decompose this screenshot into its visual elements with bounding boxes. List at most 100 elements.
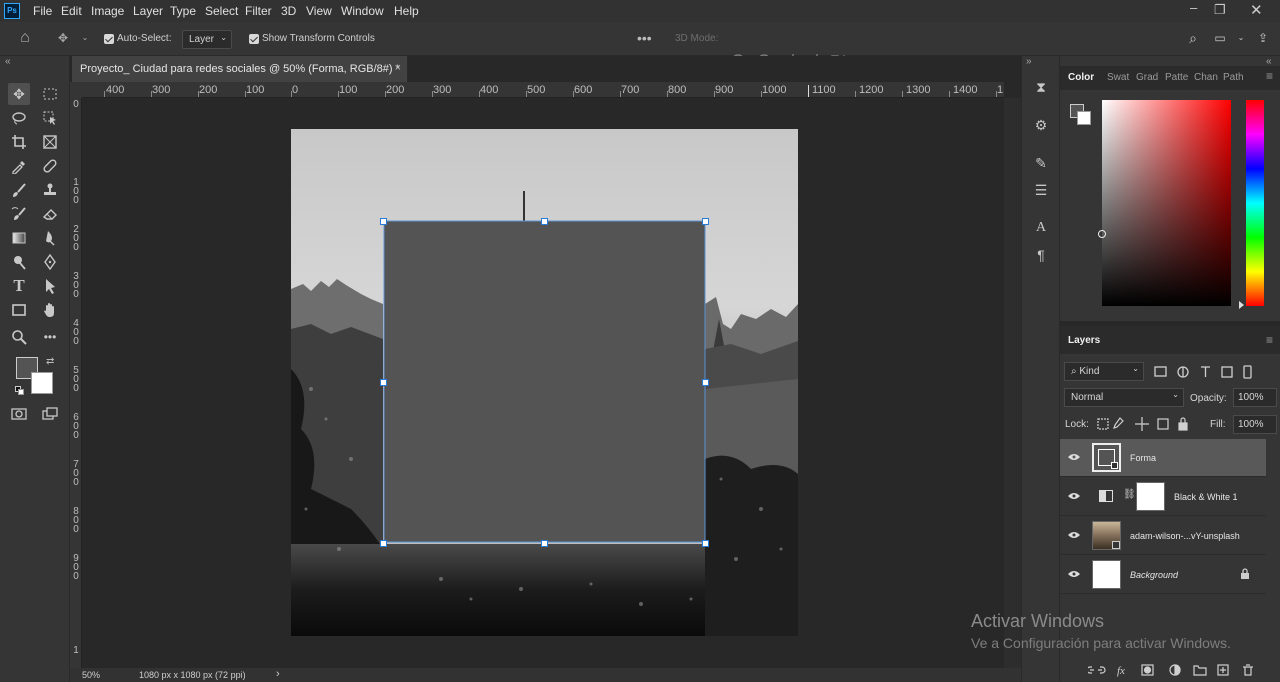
chevron-down-icon[interactable]: ⌄	[78, 31, 92, 45]
swap-colors-icon[interactable]: ⇄	[46, 356, 54, 367]
frame-tool-icon[interactable]	[39, 131, 61, 153]
default-colors-icon[interactable]	[15, 386, 25, 396]
lock-icons[interactable]	[1096, 416, 1192, 432]
eyedropper-tool-icon[interactable]	[8, 155, 30, 177]
layer-name[interactable]: Background	[1130, 570, 1178, 580]
minimize-icon[interactable]: –	[1190, 0, 1197, 15]
paragraph-icon[interactable]: ¶	[1031, 245, 1051, 265]
tab-paths[interactable]: Path	[1223, 72, 1244, 83]
show-transform-checkbox[interactable]	[249, 34, 259, 44]
collapse-strip-icon[interactable]: »	[1026, 56, 1032, 67]
menu-select[interactable]: Select	[205, 4, 238, 18]
menu-image[interactable]: Image	[91, 4, 124, 18]
close-tab-icon[interactable]: ×	[395, 62, 401, 74]
properties-icon[interactable]: ⚙	[1031, 115, 1051, 135]
tab-patterns[interactable]: Patte	[1165, 72, 1188, 83]
layer-row-forma[interactable]: Forma	[1060, 439, 1266, 477]
brush-settings-icon[interactable]: ✎	[1031, 153, 1051, 173]
eye-icon[interactable]	[1068, 531, 1080, 539]
hue-slider[interactable]	[1246, 100, 1264, 306]
tab-layers[interactable]: Layers	[1068, 335, 1100, 346]
transform-handle[interactable]	[541, 540, 548, 547]
eye-icon[interactable]	[1068, 453, 1080, 461]
menu-filter[interactable]: Filter	[245, 4, 272, 18]
menu-help[interactable]: Help	[394, 4, 419, 18]
menu-edit[interactable]: Edit	[61, 4, 82, 18]
adjustments-icon[interactable]: ☰	[1031, 180, 1051, 200]
brush-tool-icon[interactable]	[8, 179, 30, 201]
transform-handle[interactable]	[380, 540, 387, 547]
restore-icon[interactable]: ❐	[1214, 2, 1226, 18]
transform-handle[interactable]	[380, 379, 387, 386]
eraser-tool-icon[interactable]	[39, 203, 61, 225]
eye-icon[interactable]	[1068, 570, 1080, 578]
dodge-tool-icon[interactable]	[8, 251, 30, 273]
more-options-icon[interactable]: •••	[637, 31, 652, 45]
background-color-chip[interactable]	[1077, 111, 1091, 125]
layer-row-photo[interactable]: adam-wilson-...vY-unsplash	[1060, 517, 1266, 555]
menu-layer[interactable]: Layer	[133, 4, 163, 18]
hue-slider-handle[interactable]	[1239, 301, 1244, 309]
chevron-down-icon[interactable]: ⌄	[1234, 31, 1248, 45]
status-menu-arrow[interactable]: ›	[276, 668, 280, 680]
path-selection-tool-icon[interactable]	[39, 275, 61, 297]
marquee-tool-icon[interactable]	[39, 83, 61, 105]
transform-handle[interactable]	[541, 218, 548, 225]
document-tab[interactable]: Proyecto_ Ciudad para redes sociales @ 5…	[72, 56, 408, 82]
transform-handle[interactable]	[380, 218, 387, 225]
share-icon[interactable]: ⇪	[1256, 31, 1270, 45]
fill-input[interactable]: 100%	[1233, 415, 1277, 434]
background-color-swatch[interactable]	[31, 372, 53, 394]
tab-color[interactable]: Color	[1068, 72, 1094, 83]
panel-menu-icon[interactable]: ≡	[1266, 333, 1273, 347]
menu-window[interactable]: Window	[341, 4, 384, 18]
auto-select-dropdown[interactable]: Layer ⌄	[182, 30, 232, 49]
menu-file[interactable]: File	[33, 4, 52, 18]
gradient-tool-icon[interactable]	[8, 227, 30, 249]
panel-menu-icon[interactable]: ≡	[1266, 69, 1273, 83]
color-picker-cursor[interactable]	[1098, 230, 1106, 238]
type-tool-icon[interactable]: T	[8, 275, 30, 297]
blend-mode-dropdown[interactable]: Normal ⌄	[1064, 388, 1184, 407]
opacity-input[interactable]: 100%	[1233, 388, 1277, 407]
clone-stamp-tool-icon[interactable]	[39, 179, 61, 201]
move-tool-icon[interactable]: ✥	[8, 83, 30, 105]
layer-name[interactable]: Forma	[1130, 453, 1156, 463]
transform-handle[interactable]	[702, 379, 709, 386]
document-canvas[interactable]	[291, 129, 798, 636]
layer-filter-icons[interactable]	[1153, 364, 1263, 380]
shape-layer-rectangle[interactable]	[384, 221, 705, 542]
zoom-tool-icon[interactable]	[8, 326, 30, 348]
eye-icon[interactable]	[1068, 492, 1080, 500]
tab-swatches[interactable]: Swat	[1107, 72, 1129, 83]
home-icon[interactable]: ⌂	[18, 30, 32, 46]
quick-mask-icon[interactable]	[8, 403, 30, 425]
link-icon[interactable]: ⛓	[1123, 489, 1136, 500]
close-icon[interactable]: ✕	[1250, 1, 1263, 19]
layers-footer-icons[interactable]: fx	[1088, 662, 1278, 678]
tab-gradients[interactable]: Grad	[1136, 72, 1158, 83]
lock-icon[interactable]	[1240, 568, 1250, 580]
layer-mask-thumbnail[interactable]	[1136, 482, 1165, 511]
layer-filter-dropdown[interactable]: ⌕ Kind ⌄	[1064, 362, 1144, 381]
move-tool-icon[interactable]: ✥	[56, 31, 70, 45]
menu-3d[interactable]: 3D	[281, 4, 296, 18]
layer-row-black-white[interactable]: ⛓ Black & White 1	[1060, 478, 1266, 516]
search-icon[interactable]: ⌕	[1186, 31, 1200, 45]
collapse-toolbar-icon[interactable]: «	[5, 56, 11, 67]
layer-name[interactable]: Black & White 1	[1174, 492, 1238, 502]
menu-type[interactable]: Type	[170, 4, 196, 18]
layer-name[interactable]: adam-wilson-...vY-unsplash	[1130, 531, 1240, 541]
character-icon[interactable]: A	[1031, 218, 1051, 238]
menu-view[interactable]: View	[306, 4, 332, 18]
pen-tool-icon[interactable]	[39, 251, 61, 273]
color-field[interactable]	[1098, 100, 1231, 306]
workspace-icon[interactable]: ▭	[1213, 31, 1227, 45]
healing-brush-tool-icon[interactable]	[39, 155, 61, 177]
layer-row-background[interactable]: Background	[1060, 556, 1266, 594]
blur-tool-icon[interactable]	[39, 227, 61, 249]
screen-mode-icon[interactable]	[39, 403, 61, 425]
edit-toolbar-icon[interactable]: •••	[39, 326, 61, 348]
canvas-area[interactable]	[82, 98, 1004, 668]
transform-handle[interactable]	[702, 540, 709, 547]
